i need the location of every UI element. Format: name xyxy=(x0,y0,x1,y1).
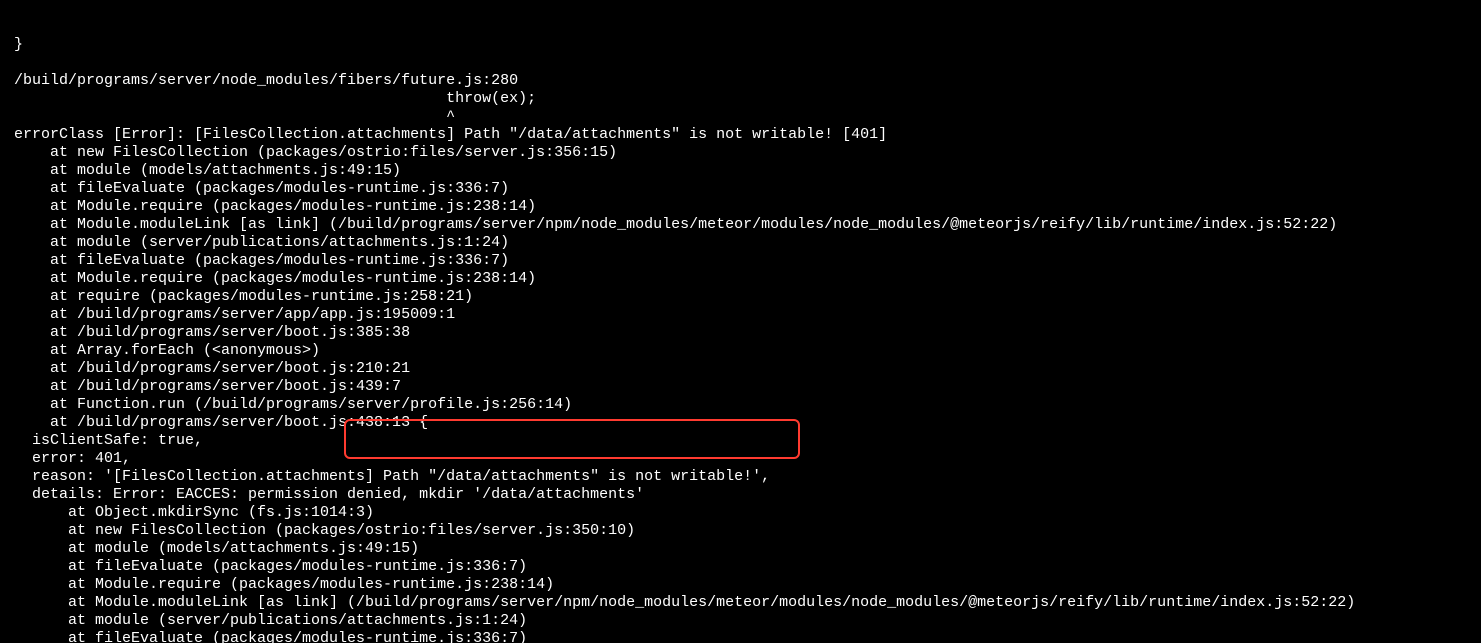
terminal-line: at Array.forEach (<anonymous>) xyxy=(14,342,1467,360)
terminal-lines: } /build/programs/server/node_modules/fi… xyxy=(14,36,1467,643)
terminal-line: throw(ex); xyxy=(14,90,1467,108)
terminal-line: at fileEvaluate (packages/modules-runtim… xyxy=(14,630,1467,643)
terminal-line: at fileEvaluate (packages/modules-runtim… xyxy=(14,180,1467,198)
terminal-line: at Module.require (packages/modules-runt… xyxy=(14,198,1467,216)
terminal-line: reason: '[FilesCollection.attachments] P… xyxy=(14,468,1467,486)
terminal-line: /build/programs/server/node_modules/fibe… xyxy=(14,72,1467,90)
terminal-line: at module (server/publications/attachmen… xyxy=(14,612,1467,630)
terminal-line: at /build/programs/server/boot.js:210:21 xyxy=(14,360,1467,378)
terminal-line: at /build/programs/server/boot.js:439:7 xyxy=(14,378,1467,396)
terminal-line: at fileEvaluate (packages/modules-runtim… xyxy=(14,252,1467,270)
terminal-line: at new FilesCollection (packages/ostrio:… xyxy=(14,144,1467,162)
terminal-line: at module (server/publications/attachmen… xyxy=(14,234,1467,252)
terminal-line: } xyxy=(14,36,1467,54)
terminal-line: errorClass [Error]: [FilesCollection.att… xyxy=(14,126,1467,144)
terminal-output: } /build/programs/server/node_modules/fi… xyxy=(0,0,1481,643)
terminal-line: at require (packages/modules-runtime.js:… xyxy=(14,288,1467,306)
terminal-line: at Module.moduleLink [as link] (/build/p… xyxy=(14,216,1467,234)
terminal-line: at module (models/attachments.js:49:15) xyxy=(14,162,1467,180)
terminal-line: at /build/programs/server/boot.js:438:13… xyxy=(14,414,1467,432)
terminal-line: at module (models/attachments.js:49:15) xyxy=(14,540,1467,558)
terminal-line: at Function.run (/build/programs/server/… xyxy=(14,396,1467,414)
terminal-line: at Module.require (packages/modules-runt… xyxy=(14,576,1467,594)
terminal-line: at fileEvaluate (packages/modules-runtim… xyxy=(14,558,1467,576)
terminal-line: details: Error: EACCES: permission denie… xyxy=(14,486,1467,504)
terminal-line: at /build/programs/server/boot.js:385:38 xyxy=(14,324,1467,342)
terminal-line xyxy=(14,54,1467,72)
terminal-line: at /build/programs/server/app/app.js:195… xyxy=(14,306,1467,324)
terminal-line: at new FilesCollection (packages/ostrio:… xyxy=(14,522,1467,540)
terminal-line: ^ xyxy=(14,108,1467,126)
terminal-line: error: 401, xyxy=(14,450,1467,468)
terminal-line: at Object.mkdirSync (fs.js:1014:3) xyxy=(14,504,1467,522)
terminal-line: at Module.moduleLink [as link] (/build/p… xyxy=(14,594,1467,612)
terminal-line: isClientSafe: true, xyxy=(14,432,1467,450)
terminal-line: at Module.require (packages/modules-runt… xyxy=(14,270,1467,288)
